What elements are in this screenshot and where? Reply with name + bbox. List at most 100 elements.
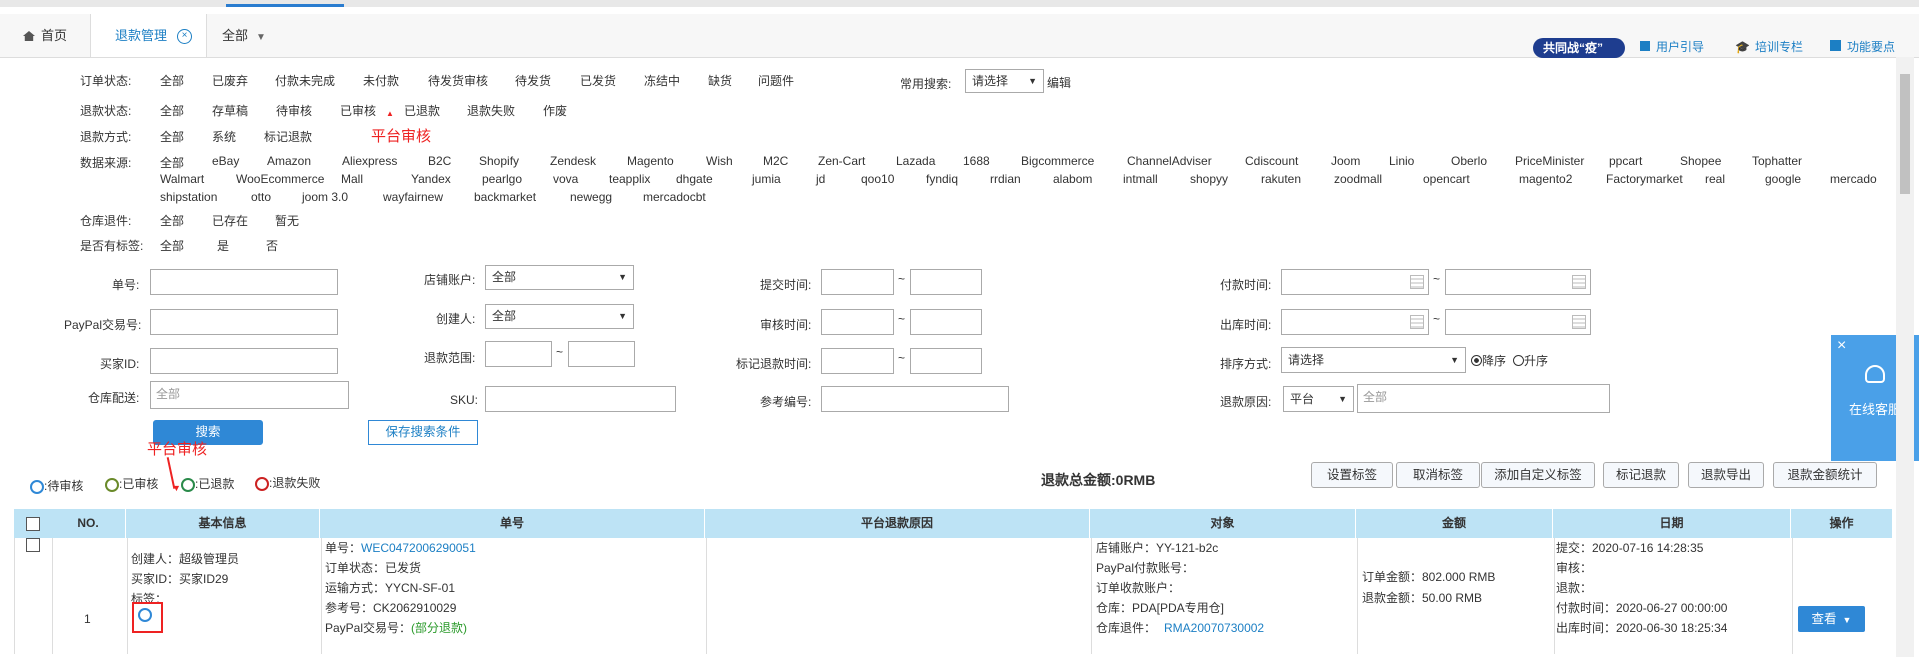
- order-status-option-2[interactable]: 付款未完成: [275, 72, 335, 89]
- common-search-select[interactable]: 请选择 ▼: [965, 69, 1044, 93]
- action-button-0[interactable]: 设置标签: [1311, 462, 1393, 488]
- refund-range-max-input[interactable]: [568, 341, 635, 367]
- data-source-option-b-17[interactable]: zoodmall: [1334, 172, 1382, 186]
- edit-common-search-link[interactable]: 编辑: [1047, 74, 1071, 91]
- order-status-option-5[interactable]: 待发货: [515, 72, 551, 89]
- data-source-option-b-13[interactable]: alabom: [1053, 172, 1092, 186]
- data-source-option-16[interactable]: Joom: [1331, 154, 1360, 168]
- data-source-option-c-4[interactable]: backmarket: [474, 190, 536, 204]
- data-source-option-b-18[interactable]: opencart: [1423, 172, 1470, 186]
- review-time-start-input[interactable]: [821, 309, 894, 335]
- refund-status-option-2[interactable]: 待审核: [276, 102, 312, 119]
- tab-home[interactable]: 首页: [0, 14, 91, 57]
- data-source-option-b-16[interactable]: rakuten: [1261, 172, 1301, 186]
- ship-time-end-input[interactable]: [1445, 309, 1591, 335]
- data-source-option-8[interactable]: Wish: [706, 154, 733, 168]
- data-source-option-21[interactable]: Shopee: [1680, 154, 1721, 168]
- data-source-option-c-3[interactable]: wayfairnew: [383, 190, 443, 204]
- sku-input[interactable]: [485, 386, 676, 412]
- submit-time-end-input[interactable]: [910, 269, 982, 295]
- calendar-icon[interactable]: [1572, 315, 1586, 329]
- data-source-option-b-19[interactable]: magento2: [1519, 172, 1572, 186]
- data-source-option-20[interactable]: ppcart: [1609, 154, 1642, 168]
- warehouse-return-option-2[interactable]: 暂无: [275, 212, 299, 229]
- data-source-option-c-0[interactable]: shipstation: [160, 190, 217, 204]
- buyer-id-input[interactable]: [150, 348, 338, 374]
- data-source-option-b-20[interactable]: Factorymarket: [1606, 172, 1683, 186]
- refund-status-option-1[interactable]: 存草稿: [212, 102, 248, 119]
- data-source-option-1[interactable]: eBay: [212, 154, 239, 168]
- sort-asc-radio[interactable]: 升序: [1513, 352, 1548, 369]
- refund-status-option-0[interactable]: 全部: [160, 102, 184, 119]
- refund-status-option-5[interactable]: 退款失败: [467, 102, 515, 119]
- has-tag-option-1[interactable]: 是: [217, 237, 229, 254]
- calendar-icon[interactable]: [1410, 315, 1424, 329]
- warehouse-return-option-0[interactable]: 全部: [160, 212, 184, 229]
- data-source-option-b-2[interactable]: Mall: [341, 172, 363, 186]
- creator-select[interactable]: 全部 ▼: [485, 304, 634, 329]
- action-button-5[interactable]: 退款金额统计: [1773, 462, 1877, 488]
- warehouse-input[interactable]: 全部: [150, 381, 349, 409]
- data-source-option-3[interactable]: Aliexpress: [342, 154, 397, 168]
- data-source-option-0[interactable]: 全部: [160, 154, 184, 171]
- close-tab-icon[interactable]: ×: [177, 29, 193, 45]
- data-source-option-2[interactable]: Amazon: [267, 154, 311, 168]
- action-button-4[interactable]: 退款导出: [1688, 462, 1764, 488]
- data-source-option-b-21[interactable]: real: [1705, 172, 1725, 186]
- data-source-option-b-14[interactable]: intmall: [1123, 172, 1158, 186]
- refund-method-option-0[interactable]: 全部: [160, 128, 184, 145]
- paypal-txn-input[interactable]: [150, 309, 338, 335]
- data-source-option-9[interactable]: M2C: [763, 154, 788, 168]
- mark-refund-time-start-input[interactable]: [821, 348, 894, 374]
- tab-refund-management[interactable]: 退款管理 ×: [91, 14, 207, 57]
- data-source-option-b-10[interactable]: qoo10: [861, 172, 894, 186]
- data-source-option-b-4[interactable]: pearlgo: [482, 172, 522, 186]
- save-search-button[interactable]: 保存搜索条件: [368, 420, 478, 445]
- data-source-option-18[interactable]: Oberlo: [1451, 154, 1487, 168]
- data-source-option-b-7[interactable]: dhgate: [676, 172, 713, 186]
- calendar-icon[interactable]: [1410, 275, 1424, 289]
- data-source-option-13[interactable]: Bigcommerce: [1021, 154, 1094, 168]
- sort-desc-radio[interactable]: 降序: [1471, 352, 1506, 369]
- data-source-option-b-12[interactable]: rrdian: [990, 172, 1021, 186]
- data-source-option-15[interactable]: Cdiscount: [1245, 154, 1298, 168]
- data-source-option-12[interactable]: 1688: [963, 154, 990, 168]
- refund-method-option-2[interactable]: 标记退款: [264, 128, 312, 145]
- order-status-option-8[interactable]: 缺货: [708, 72, 732, 89]
- user-guide-link[interactable]: 用户引导: [1640, 38, 1704, 55]
- scrollbar-thumb[interactable]: [1900, 74, 1910, 194]
- ship-time-start-input[interactable]: [1281, 309, 1429, 335]
- data-source-option-b-8[interactable]: jumia: [752, 172, 781, 186]
- row-checkbox[interactable]: [26, 538, 40, 552]
- data-source-option-b-11[interactable]: fyndiq: [926, 172, 958, 186]
- features-link[interactable]: 功能要点: [1830, 38, 1895, 55]
- action-button-3[interactable]: 标记退款: [1603, 462, 1679, 488]
- scope-dropdown[interactable]: 全部 ▼: [208, 14, 288, 57]
- data-source-option-4[interactable]: B2C: [428, 154, 451, 168]
- data-source-option-b-0[interactable]: Walmart: [160, 172, 204, 186]
- refund-status-option-3[interactable]: 已审核: [340, 102, 376, 119]
- close-icon[interactable]: ×: [1837, 337, 1846, 355]
- shop-account-select[interactable]: 全部 ▼: [485, 265, 634, 290]
- warehouse-return-option-1[interactable]: 已存在: [212, 212, 248, 229]
- data-source-option-b-22[interactable]: google: [1765, 172, 1801, 186]
- data-source-option-c-6[interactable]: mercadocbt: [643, 190, 706, 204]
- data-source-option-c-5[interactable]: newegg: [570, 190, 612, 204]
- calendar-icon[interactable]: [1572, 275, 1586, 289]
- data-source-option-19[interactable]: PriceMinister: [1515, 154, 1584, 168]
- view-button[interactable]: 查看 ▼: [1798, 606, 1865, 632]
- data-source-option-10[interactable]: Zen-Cart: [818, 154, 865, 168]
- submit-time-start-input[interactable]: [821, 269, 894, 295]
- pay-time-start-input[interactable]: [1281, 269, 1429, 295]
- action-button-1[interactable]: 取消标签: [1396, 462, 1480, 488]
- order-status-option-0[interactable]: 全部: [160, 72, 184, 89]
- order-no-link[interactable]: WEC0472006290051: [361, 541, 476, 555]
- data-source-option-6[interactable]: Zendesk: [550, 154, 596, 168]
- refund-reason-platform-select[interactable]: 平台 ▼: [1283, 386, 1354, 412]
- data-source-option-14[interactable]: ChannelAdviser: [1127, 154, 1212, 168]
- data-source-option-11[interactable]: Lazada: [896, 154, 935, 168]
- data-source-option-22[interactable]: Tophatter: [1752, 154, 1802, 168]
- training-link[interactable]: 🎓 培训专栏: [1735, 38, 1803, 55]
- data-source-option-b-5[interactable]: vova: [553, 172, 578, 186]
- data-source-option-5[interactable]: Shopify: [479, 154, 519, 168]
